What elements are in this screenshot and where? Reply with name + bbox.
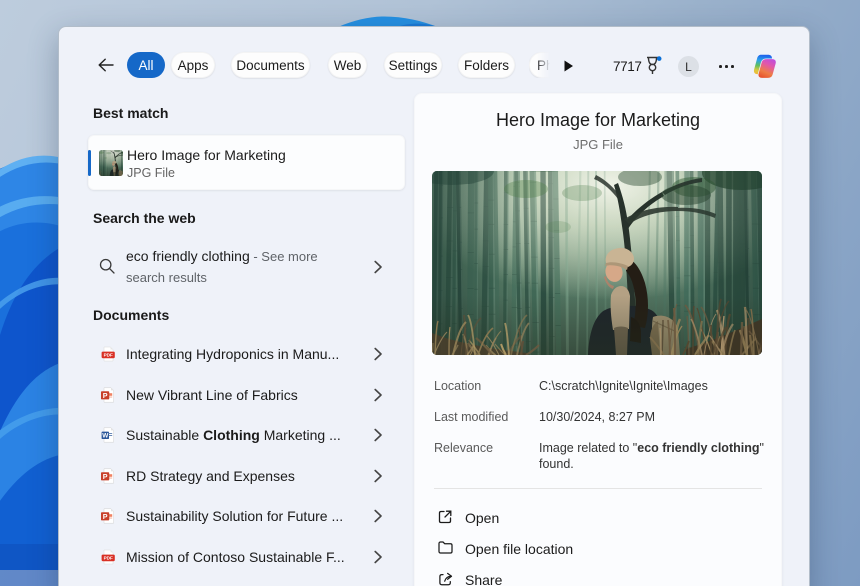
svg-text:P: P [103,512,108,521]
svg-text:PDF: PDF [104,556,113,561]
svg-text:PDF: PDF [104,353,113,358]
svg-text:P: P [103,472,108,481]
svg-text:W: W [102,433,109,440]
svg-text:P: P [103,391,108,400]
